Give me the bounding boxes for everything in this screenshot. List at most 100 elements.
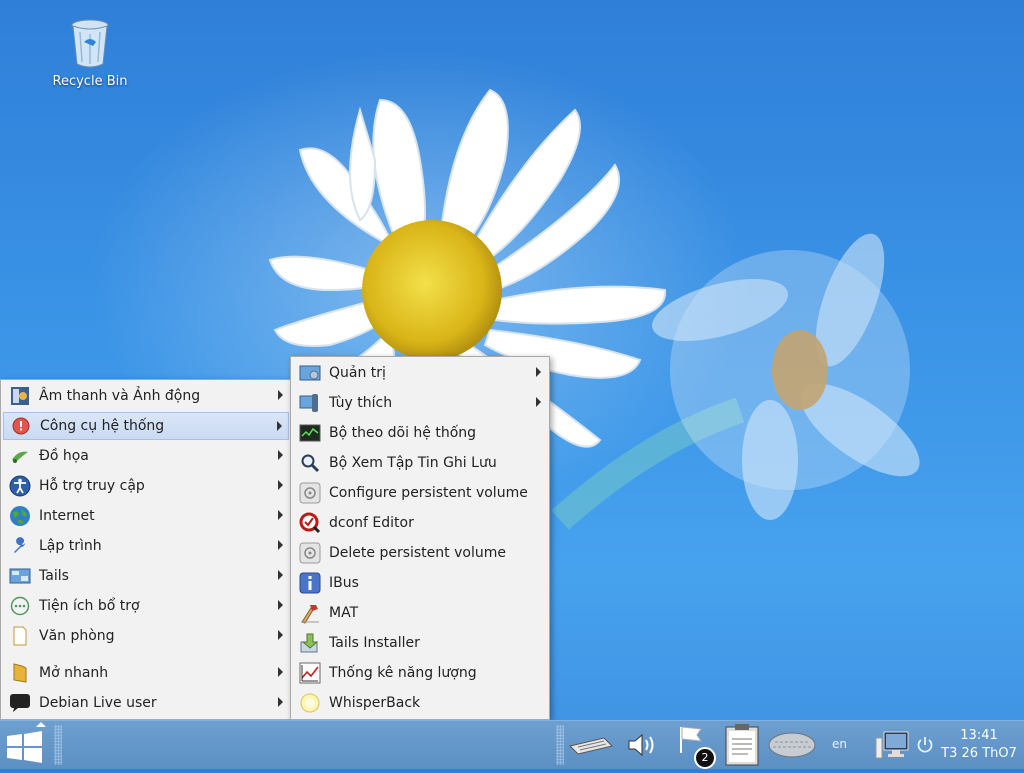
onboard-keyboard-icon bbox=[768, 732, 816, 758]
submenu-arrow-icon bbox=[277, 421, 282, 431]
taskbar-clock[interactable]: 13:41 T3 26 ThO7 bbox=[936, 727, 1022, 763]
dconf-icon bbox=[299, 512, 321, 534]
persistence-icon bbox=[299, 482, 321, 504]
log-viewer-icon bbox=[299, 452, 321, 474]
submenu-arrow-icon bbox=[278, 697, 283, 707]
power-stats-icon bbox=[299, 662, 321, 684]
system-tools-submenu: Quản trị Tùy thích Bộ theo dõi hệ thống … bbox=[290, 356, 550, 720]
submenu-arrow-icon bbox=[278, 600, 283, 610]
tray-keyboard[interactable] bbox=[566, 725, 616, 765]
submenu-item-system-monitor[interactable]: Bộ theo dõi hệ thống bbox=[293, 419, 547, 447]
submenu-arrow-icon bbox=[278, 570, 283, 580]
volume-icon bbox=[628, 733, 654, 757]
administration-icon bbox=[299, 362, 321, 384]
clock-date: T3 26 ThO7 bbox=[941, 746, 1017, 761]
tray-grip[interactable] bbox=[556, 725, 564, 765]
submenu-item-label: Tùy thích bbox=[329, 395, 393, 411]
submenu-item-tails-installer[interactable]: Tails Installer bbox=[293, 629, 547, 657]
recycle-bin-icon bbox=[71, 19, 109, 68]
menu-item-user[interactable]: Debian Live user bbox=[3, 689, 289, 717]
graphics-icon bbox=[9, 445, 31, 467]
menu-item-graphics[interactable]: Đồ họa bbox=[3, 442, 289, 470]
start-button[interactable] bbox=[0, 721, 50, 769]
submenu-item-administration[interactable]: Quản trị bbox=[293, 359, 547, 387]
submenu-arrow-icon bbox=[278, 630, 283, 640]
power-icon bbox=[917, 737, 933, 753]
notification-count-badge: 2 bbox=[694, 747, 716, 769]
submenu-item-label: WhisperBack bbox=[329, 695, 421, 711]
taskbar-grip[interactable] bbox=[54, 725, 62, 765]
menu-item-label: Lập trình bbox=[39, 538, 102, 554]
menu-item-label: Tiện ích bổ trợ bbox=[39, 598, 140, 614]
menu-item-label: Debian Live user bbox=[39, 695, 157, 711]
menu-item-label: Đồ họa bbox=[39, 448, 89, 464]
tray-clipboard[interactable] bbox=[720, 724, 764, 766]
system-tools-icon bbox=[10, 415, 32, 437]
persistence-delete-icon bbox=[299, 542, 321, 564]
submenu-item-delete-persistence[interactable]: Delete persistent volume bbox=[293, 539, 547, 567]
submenu-item-label: Bộ Xem Tập Tin Ghi Lưu bbox=[329, 455, 497, 471]
submenu-arrow-icon bbox=[278, 540, 283, 550]
desktop-icon-recycle-bin[interactable]: Recycle Bin bbox=[44, 18, 136, 89]
globe-icon bbox=[9, 505, 31, 527]
menu-item-label: Mở nhanh bbox=[39, 665, 109, 681]
windows-start-icon bbox=[7, 722, 46, 763]
ibus-icon bbox=[299, 572, 321, 594]
submenu-item-preferences[interactable]: Tùy thích bbox=[293, 389, 547, 417]
mat-icon bbox=[299, 602, 321, 624]
tray-network[interactable] bbox=[872, 725, 912, 765]
menu-item-system-tools[interactable]: Công cụ hệ thống bbox=[3, 412, 289, 440]
menu-item-internet[interactable]: Internet bbox=[3, 502, 289, 530]
submenu-item-log-viewer[interactable]: Bộ Xem Tập Tin Ghi Lưu bbox=[293, 449, 547, 477]
submenu-arrow-icon bbox=[278, 510, 283, 520]
accessibility-icon bbox=[9, 475, 31, 497]
desktop-icon-label: Recycle Bin bbox=[52, 74, 128, 89]
installer-icon bbox=[299, 632, 321, 654]
language-indicator[interactable]: en bbox=[832, 737, 847, 751]
taskbar: 2 en 13:41 T3 26 ThO7 bbox=[0, 720, 1024, 769]
submenu-item-label: Tails Installer bbox=[329, 635, 420, 651]
submenu-item-label: MAT bbox=[329, 605, 359, 621]
menu-item-label: Hỗ trợ truy cập bbox=[39, 478, 145, 494]
multimedia-icon bbox=[9, 385, 31, 407]
submenu-arrow-icon bbox=[278, 450, 283, 460]
menu-item-quick-open[interactable]: Mở nhanh bbox=[3, 659, 289, 687]
submenu-item-mat[interactable]: MAT bbox=[293, 599, 547, 627]
network-icon bbox=[875, 731, 909, 759]
menu-item-tails[interactable]: Tails bbox=[3, 562, 289, 590]
wrench-icon bbox=[9, 535, 31, 557]
submenu-arrow-icon bbox=[278, 667, 283, 677]
submenu-item-power-statistics[interactable]: Thống kê năng lượng bbox=[293, 659, 547, 687]
folder-icon bbox=[9, 662, 31, 684]
submenu-item-dconf-editor[interactable]: dconf Editor bbox=[293, 509, 547, 537]
submenu-item-label: Quản trị bbox=[329, 365, 386, 381]
submenu-arrow-icon bbox=[536, 367, 541, 377]
menu-item-office[interactable]: Văn phòng bbox=[3, 622, 289, 650]
menu-item-accessories[interactable]: Tiện ích bổ trợ bbox=[3, 592, 289, 620]
menu-item-accessibility[interactable]: Hỗ trợ truy cập bbox=[3, 472, 289, 500]
tray-onboard[interactable] bbox=[766, 725, 818, 765]
submenu-item-label: Delete persistent volume bbox=[329, 545, 506, 561]
system-monitor-icon bbox=[299, 422, 321, 444]
submenu-item-label: Bộ theo dõi hệ thống bbox=[329, 425, 477, 441]
menu-item-multimedia[interactable]: Âm thanh và Ảnh động bbox=[3, 382, 289, 410]
submenu-item-label: Thống kê năng lượng bbox=[329, 665, 477, 681]
menu-item-label: Văn phòng bbox=[39, 628, 115, 644]
application-menu: Âm thanh và Ảnh động Công cụ hệ thống Đồ… bbox=[0, 379, 292, 720]
whisperback-icon bbox=[299, 692, 321, 714]
menu-item-label: Công cụ hệ thống bbox=[40, 418, 165, 434]
submenu-item-whisperback[interactable]: WhisperBack bbox=[293, 689, 547, 717]
submenu-arrow-icon bbox=[278, 390, 283, 400]
tray-volume[interactable] bbox=[622, 725, 662, 765]
submenu-item-configure-persistence[interactable]: Configure persistent volume bbox=[293, 479, 547, 507]
menu-item-label: Âm thanh và Ảnh động bbox=[39, 388, 201, 404]
submenu-item-ibus[interactable]: IBus bbox=[293, 569, 547, 597]
clock-time: 13:41 bbox=[960, 728, 998, 743]
tray-notifications[interactable]: 2 bbox=[672, 725, 716, 769]
menu-item-programming[interactable]: Lập trình bbox=[3, 532, 289, 560]
submenu-item-label: IBus bbox=[329, 575, 359, 591]
office-icon bbox=[9, 625, 31, 647]
clipboard-icon bbox=[725, 724, 759, 766]
user-bubble-icon bbox=[9, 692, 31, 714]
tray-power[interactable] bbox=[914, 725, 936, 765]
